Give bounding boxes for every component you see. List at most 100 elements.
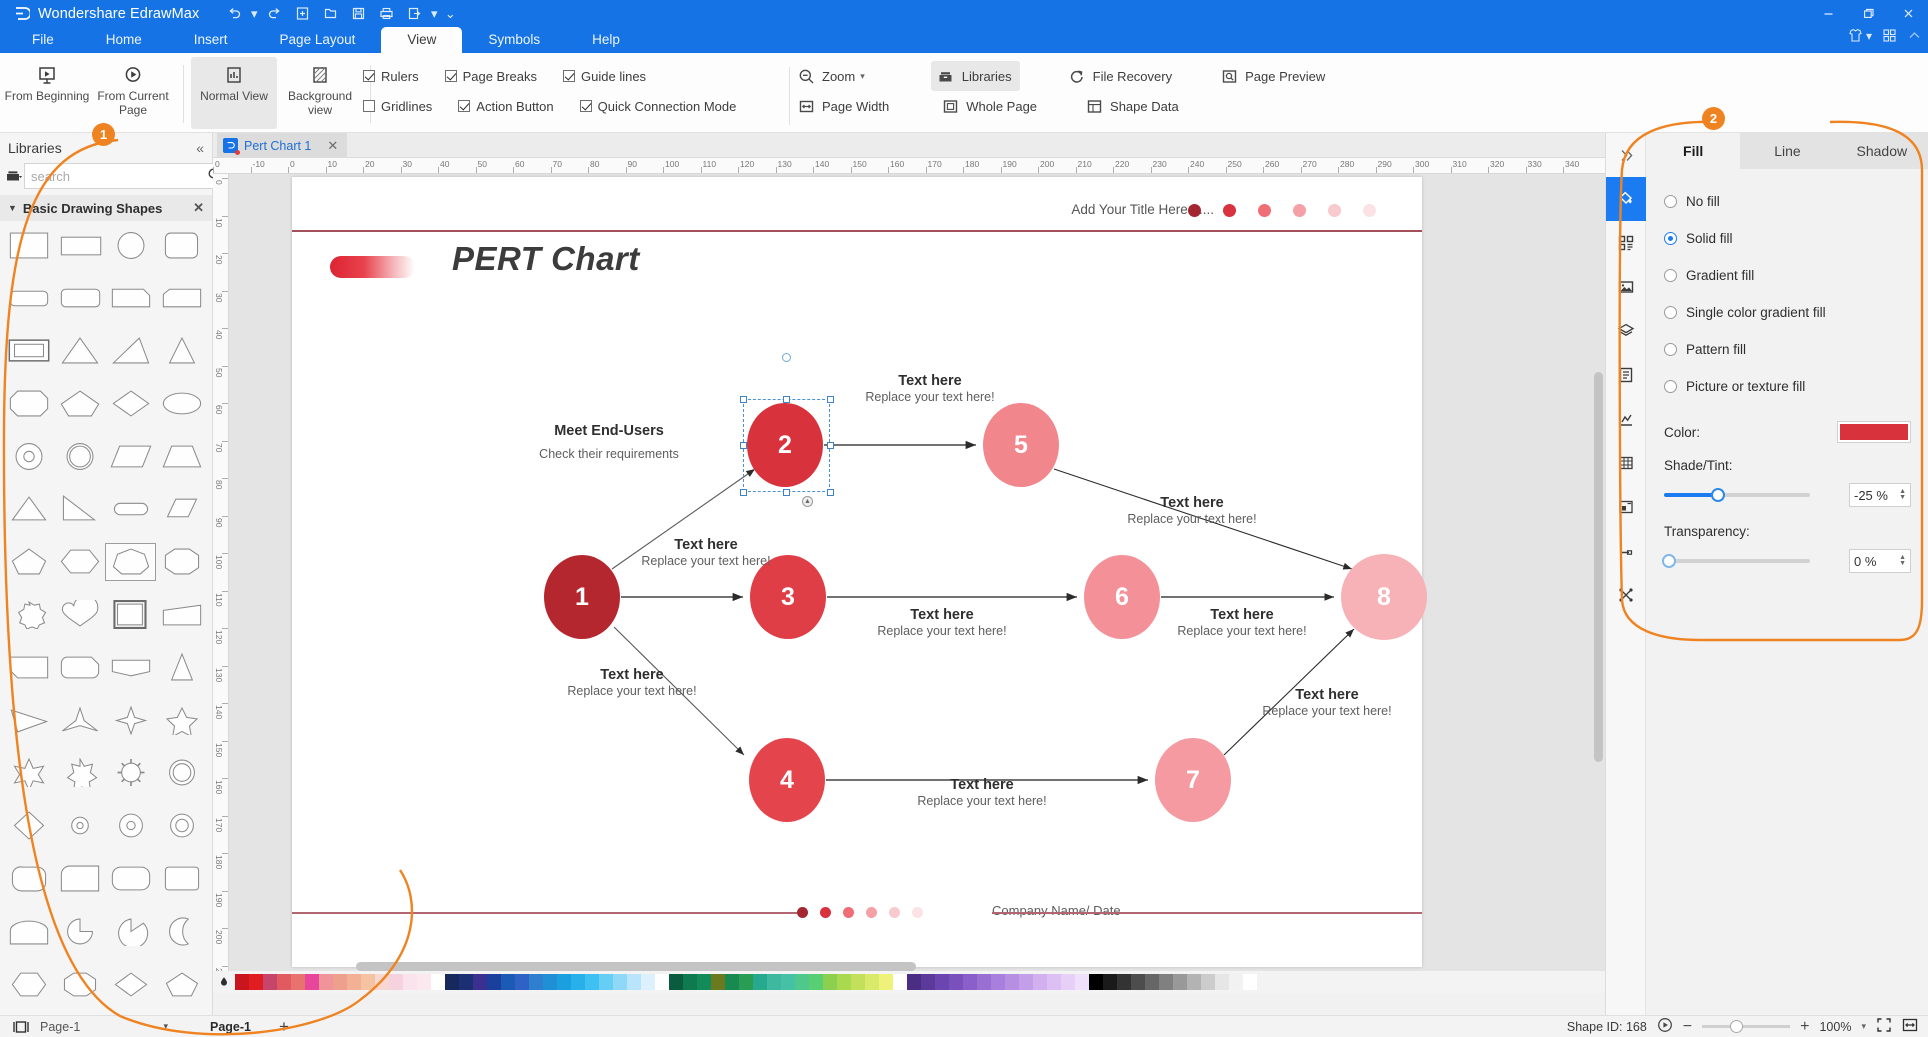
zoom-slider-knob[interactable] [1730,1020,1744,1033]
background-view-button[interactable]: Background view [277,57,363,129]
page-view-icon[interactable] [8,1020,34,1034]
palette-swatch[interactable] [1131,974,1145,990]
picture-or-texture-fill-radio[interactable]: Picture or texture fill [1664,368,1911,405]
palette-swatch[interactable] [375,974,389,990]
palette-swatch[interactable] [319,974,333,990]
tab-shadow[interactable]: Shadow [1835,133,1928,169]
palette-swatch[interactable] [1005,974,1019,990]
tab-symbols[interactable]: Symbols [462,27,566,53]
page-preview-button[interactable]: Page Preview [1218,61,1325,91]
shape-item-tall-triangle[interactable] [157,649,206,685]
tab-page-layout[interactable]: Page Layout [254,27,382,53]
libraries-button[interactable]: Libraries [930,61,1020,91]
palette-swatch[interactable] [473,974,487,990]
collapse-panel-icon[interactable]: « [196,140,204,156]
pert-node-5[interactable]: 5 [983,403,1059,487]
vertical-ruler[interactable]: 0 10 20 30 40 50 60 70 80 90 100 110 120 130 140 150 160… [213,174,229,980]
action-button-checkbox[interactable]: Action Button [458,99,554,114]
normal-view-button[interactable]: Normal View [191,57,277,129]
table-icon[interactable] [1606,441,1646,485]
file-recovery-button[interactable]: File Recovery [1066,61,1172,91]
palette-swatch[interactable] [571,974,585,990]
redo-icon[interactable] [261,3,287,25]
pattern-fill-radio[interactable]: Pattern fill [1664,331,1911,368]
document-tab[interactable]: Pert Chart 1 ✕ [217,133,347,158]
zoom-in-button[interactable]: + [1800,1018,1809,1036]
page-width-button[interactable]: Page Width [795,91,889,121]
palette-swatch[interactable] [753,974,767,990]
palette-swatch[interactable] [613,974,627,990]
palette-swatch[interactable] [991,974,1005,990]
palette-swatch[interactable] [809,974,823,990]
scrollbar-thumb[interactable] [356,962,916,971]
palette-swatch[interactable] [431,974,445,990]
page-tab[interactable]: Page-1 [210,1020,251,1034]
shape-item-pent3[interactable] [157,966,206,1002]
pert-node-6[interactable]: 6 [1084,555,1160,639]
arrange-icon[interactable] [1606,573,1646,617]
stepper-icon[interactable]: ▲ ▼ [1899,488,1906,501]
pert-node-1[interactable]: 1 [544,555,620,639]
shape-item-arrowtri[interactable] [4,702,53,738]
shape-item-quarter[interactable] [55,861,104,897]
shade-tint-input[interactable]: -25 % ▲ ▼ [1849,483,1911,507]
palette-swatch[interactable] [389,974,403,990]
edge-label-1-3[interactable]: Text here Replace your text here! [622,537,790,568]
palette-swatch[interactable] [1061,974,1075,990]
tab-line[interactable]: Line [1740,133,1834,169]
palette-swatch[interactable] [417,974,431,990]
shape-item-triangle[interactable] [55,333,104,369]
single-color-gradient-fill-radio[interactable]: Single color gradient fill [1664,294,1911,331]
shape-item-roundrect-cut[interactable] [55,649,104,685]
palette-swatch[interactable] [977,974,991,990]
shape-item-pentagon2[interactable] [4,544,53,580]
palette-swatch[interactable] [711,974,725,990]
canvas-vertical-scrollbar[interactable] [1594,176,1603,978]
slider-knob[interactable] [1711,488,1726,502]
shape-item-moon[interactable] [157,913,206,949]
edge-label-7-8[interactable]: Text here Replace your text here! [1237,687,1417,718]
shape-item-rect-inner[interactable] [4,333,53,369]
palette-swatch[interactable] [599,974,613,990]
palette-swatch[interactable] [739,974,753,990]
resize-handle-sw[interactable] [740,489,747,496]
palette-swatch[interactable] [627,974,641,990]
palette-swatch[interactable] [697,974,711,990]
palette-swatch[interactable] [277,974,291,990]
shape-item-donut[interactable] [4,438,53,474]
palette-swatch[interactable] [501,974,515,990]
shape-item-triangle-n[interactable] [157,333,206,369]
shape-item-octa3[interactable] [55,966,104,1002]
shape-item-rect-cut-tr[interactable] [106,280,155,316]
palette-swatch[interactable] [781,974,795,990]
palette-swatch[interactable] [1033,974,1047,990]
palette-swatch[interactable] [865,974,879,990]
palette-swatch[interactable] [725,974,739,990]
shape-item-star5[interactable] [157,702,206,738]
shape-item-pie[interactable] [55,913,104,949]
shape-item-diamond3[interactable] [106,966,155,1002]
shape-item-star6[interactable] [4,755,53,791]
tab-help[interactable]: Help [566,27,646,53]
export-icon[interactable] [401,3,427,25]
close-icon[interactable]: ✕ [327,138,338,154]
shape-item-roundrect2[interactable] [55,280,104,316]
resize-handle-nw[interactable] [740,396,747,403]
gridlines-checkbox[interactable]: Gridlines [363,99,432,114]
transparency-input[interactable]: 0 % ▲ ▼ [1849,549,1911,573]
palette-swatch[interactable] [445,974,459,990]
palette-swatch[interactable] [543,974,557,990]
document-properties-icon[interactable] [1606,353,1646,397]
palette-swatch[interactable] [1173,974,1187,990]
edge-label-1-2[interactable]: Meet End-Users Check their requirements [524,423,694,461]
palette-swatch[interactable] [529,974,543,990]
tab-view[interactable]: View [381,27,463,53]
palette-swatch[interactable] [1145,974,1159,990]
zoom-out-button[interactable]: − [1683,1018,1692,1036]
shape-item-pie2[interactable] [106,913,155,949]
fill-icon[interactable] [1606,177,1646,221]
shape-item-arch[interactable] [4,913,53,949]
open-library-icon[interactable] [6,168,24,184]
fit-width-icon[interactable] [1902,1017,1918,1036]
shape-item-gear-ring[interactable] [157,755,206,791]
